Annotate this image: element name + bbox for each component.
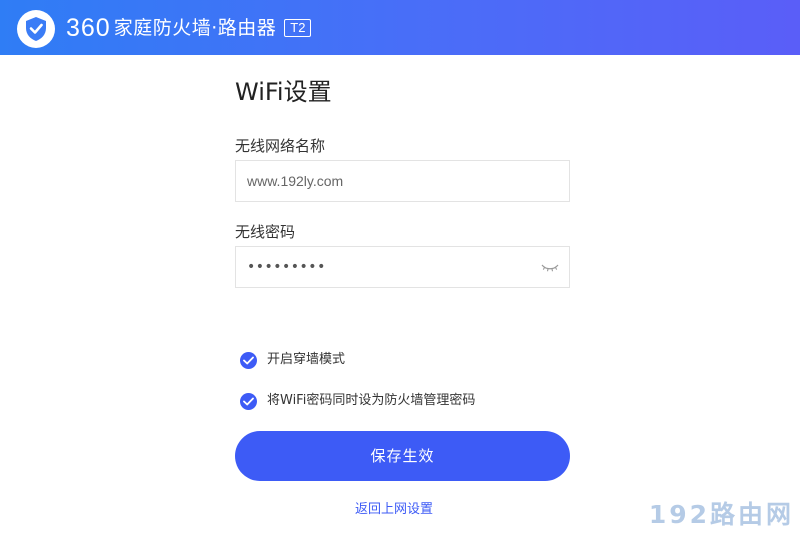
shield-icon [26, 17, 46, 41]
ssid-label: 无线网络名称 [235, 137, 326, 155]
app-header: 360 家庭防火墙·路由器 T2 [0, 0, 800, 55]
checkbox-checked[interactable] [240, 351, 257, 369]
save-button[interactable]: 保存生效 [235, 431, 570, 481]
option-label: 将WiFi密码同时设为防火墙管理密码 [267, 393, 476, 408]
logo-badge [17, 10, 55, 48]
password-label: 无线密码 [235, 223, 296, 241]
page-title: WiFi设置 [235, 78, 332, 106]
back-link[interactable]: 返回上网设置 [355, 501, 433, 519]
check-icon [243, 397, 254, 405]
check-icon [243, 356, 254, 364]
eye-closed-icon[interactable] [541, 261, 559, 273]
option-label: 开启穿墙模式 [267, 352, 346, 367]
brand-text: 家庭防火墙·路由器 [113, 17, 277, 39]
watermark: 192路由网 [648, 500, 794, 529]
brand-number: 360 [66, 14, 111, 42]
option-wall-mode[interactable]: 开启穿墙模式 [240, 351, 345, 369]
ssid-input[interactable] [236, 161, 536, 201]
ssid-field[interactable] [235, 160, 570, 202]
checkbox-checked[interactable] [240, 392, 257, 410]
password-input[interactable]: ••••••••• [247, 247, 326, 287]
brand-title: 360 家庭防火墙·路由器 T2 [66, 14, 312, 42]
model-tag: T2 [284, 19, 312, 37]
password-field[interactable]: ••••••••• [235, 246, 570, 288]
option-sync-password[interactable]: 将WiFi密码同时设为防火墙管理密码 [240, 392, 475, 410]
